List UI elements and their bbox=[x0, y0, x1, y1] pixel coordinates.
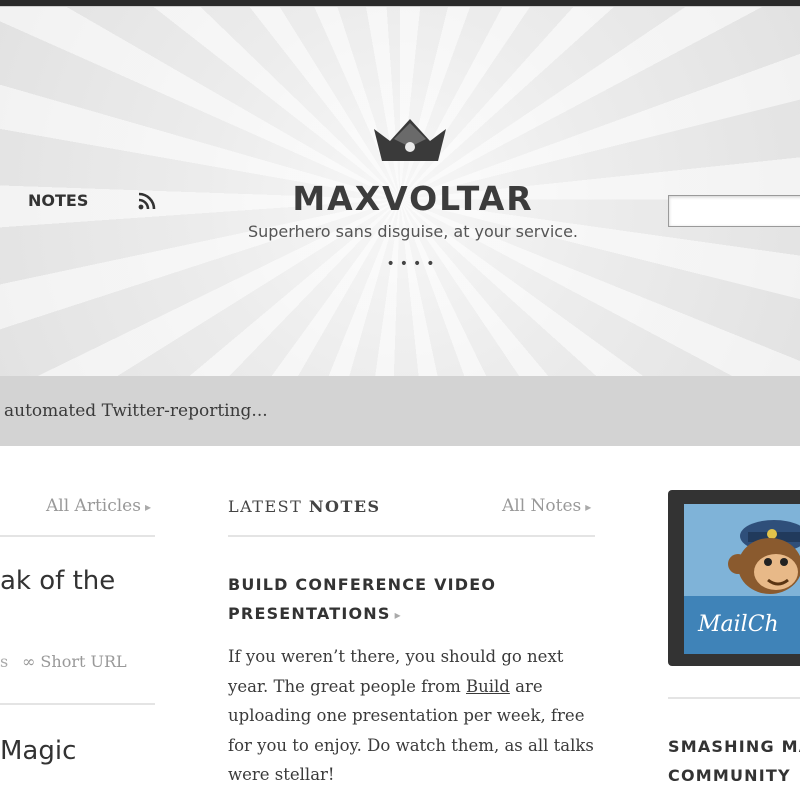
short-url-label: Short URL bbox=[40, 652, 127, 671]
site-header: MAXVOLTAR Superhero sans disguise, at yo… bbox=[0, 6, 800, 377]
rss-icon[interactable] bbox=[137, 191, 157, 211]
article-title[interactable]: Magic bbox=[0, 736, 76, 766]
chevron-right-icon: ▸ bbox=[144, 500, 152, 514]
article-meta: s bbox=[0, 652, 9, 671]
site-title[interactable]: MAXVOLTAR bbox=[270, 179, 556, 218]
ticker-text[interactable]: automated Twitter-reporting... bbox=[4, 401, 268, 421]
all-notes-link[interactable]: All Notes ▸ bbox=[502, 496, 591, 516]
sidebar-heading[interactable]: SMASHING MA COMMUNITY bbox=[668, 732, 800, 790]
article-title[interactable]: ak of the bbox=[0, 566, 115, 596]
sidebar-heading-line: COMMUNITY bbox=[668, 766, 791, 785]
monkey-mascot-icon bbox=[728, 520, 800, 594]
note-title: BUILD CONFERENCE VIDEO PRESENTATIONS bbox=[228, 575, 497, 623]
chevron-right-icon: ▸ bbox=[585, 500, 592, 514]
heading-prefix: LATEST bbox=[228, 497, 303, 516]
all-articles-label: All Articles bbox=[46, 496, 141, 516]
mailchimp-ad[interactable]: MailCh bbox=[668, 490, 800, 666]
latest-notes-heading: LATEST NOTES bbox=[228, 497, 381, 516]
heading-bold: NOTES bbox=[308, 497, 381, 516]
chevron-right-icon: ▸ bbox=[394, 608, 402, 622]
short-url-link[interactable]: ∞ Short URL bbox=[22, 652, 127, 671]
divider bbox=[0, 535, 155, 537]
divider bbox=[0, 703, 155, 705]
note-title-link[interactable]: BUILD CONFERENCE VIDEO PRESENTATIONS ▸ bbox=[228, 570, 528, 630]
link-icon: ∞ bbox=[22, 652, 36, 671]
all-articles-link[interactable]: All Articles ▸ bbox=[46, 496, 151, 516]
build-link[interactable]: Build bbox=[466, 677, 510, 696]
decorative-dots: •••• bbox=[386, 256, 440, 272]
ticker-bar: automated Twitter-reporting... bbox=[0, 376, 800, 446]
divider bbox=[228, 535, 595, 537]
crown-logo-icon bbox=[374, 119, 446, 161]
sidebar-heading-line: SMASHING MA bbox=[668, 737, 800, 756]
ad-image: MailCh bbox=[684, 504, 800, 654]
note-body: If you weren’t there, you should go next… bbox=[228, 642, 600, 790]
site-tagline: Superhero sans disguise, at your service… bbox=[247, 222, 579, 241]
divider bbox=[668, 697, 800, 699]
search-input[interactable] bbox=[668, 195, 800, 227]
nav-notes-link[interactable]: NOTES bbox=[28, 191, 88, 210]
all-notes-label: All Notes bbox=[502, 496, 582, 516]
ad-wordmark: MailCh bbox=[698, 612, 779, 637]
